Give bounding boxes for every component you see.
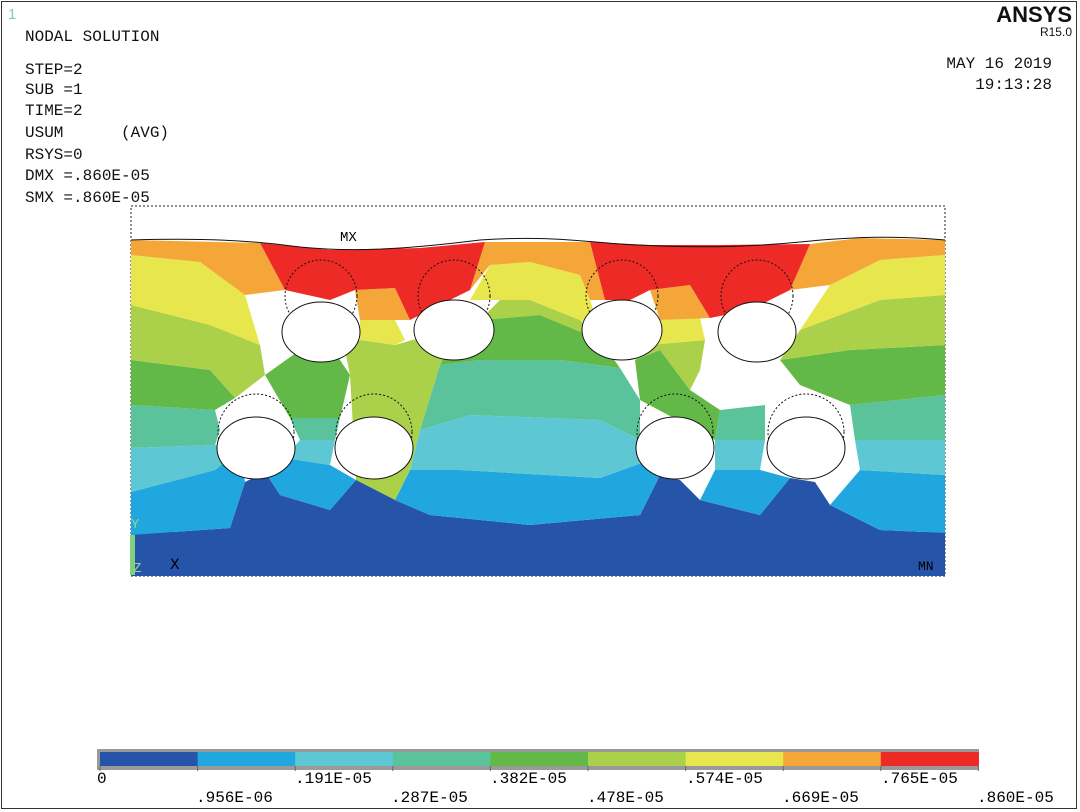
legend-swatch-6 bbox=[685, 752, 784, 766]
hole-8 bbox=[766, 416, 846, 480]
hole-3 bbox=[581, 299, 663, 361]
min-marker: MN bbox=[918, 559, 934, 574]
legend-swatch-0 bbox=[100, 752, 199, 766]
hole-5 bbox=[216, 416, 296, 480]
legend-label-4: .382E-05 bbox=[490, 770, 567, 788]
contour-plot: MX MN Y Z X 0 .191E-05 .382E-05 .574E-05… bbox=[97, 205, 1054, 807]
legend-swatches bbox=[100, 752, 979, 766]
contour-legend: 0 .191E-05 .382E-05 .574E-05 .765E-05 .9… bbox=[97, 749, 1054, 807]
hole-7 bbox=[635, 416, 715, 480]
legend-swatch-4 bbox=[490, 752, 589, 766]
legend-label-1: .956E-06 bbox=[196, 789, 273, 807]
legend-label-3: .287E-05 bbox=[391, 789, 468, 807]
hole-1 bbox=[281, 301, 361, 363]
axis-x-label: X bbox=[170, 556, 180, 574]
legend-label-0: 0 bbox=[97, 770, 107, 788]
legend-label-6: .574E-05 bbox=[686, 770, 763, 788]
axis-z-label: Z bbox=[133, 561, 141, 577]
max-marker: MX bbox=[340, 230, 357, 246]
legend-swatch-8 bbox=[880, 752, 979, 766]
hole-6 bbox=[334, 416, 414, 480]
legend-swatch-7 bbox=[783, 752, 882, 766]
legend-label-7: .669E-05 bbox=[782, 789, 859, 807]
legend-swatch-2 bbox=[295, 752, 394, 766]
hole-2 bbox=[413, 299, 495, 361]
legend-swatch-1 bbox=[197, 752, 296, 766]
legend-label-2: .191E-05 bbox=[295, 770, 372, 788]
legend-label-8: .765E-05 bbox=[881, 770, 958, 788]
contour-bands bbox=[131, 238, 945, 576]
axis-y-label: Y bbox=[131, 517, 140, 533]
hole-4 bbox=[717, 301, 797, 363]
legend-swatch-3 bbox=[392, 752, 491, 766]
legend-swatch-5 bbox=[588, 752, 687, 766]
legend-label-9: .860E-05 bbox=[977, 789, 1054, 807]
legend-label-5: .478E-05 bbox=[587, 789, 664, 807]
